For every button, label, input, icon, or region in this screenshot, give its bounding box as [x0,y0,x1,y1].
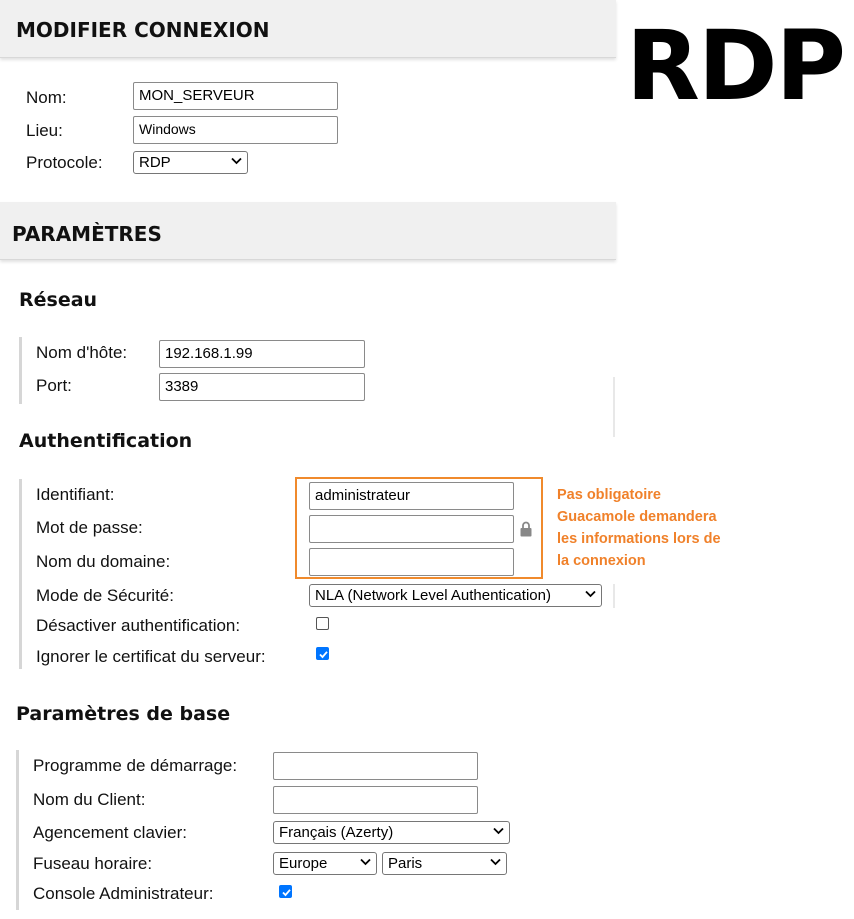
chevron-down-icon [585,590,596,598]
location-label: Lieu: [26,121,63,140]
keyboard-layout-select[interactable]: Français (Azerty) [273,821,510,844]
chevron-down-icon [360,858,371,866]
startup-program-label: Programme de démarrage: [33,756,238,775]
annotation-note: Pas obligatoire Guacamole demandera les … [557,484,721,572]
security-mode-label: Mode de Sécurité: [36,586,174,605]
name-input[interactable]: MON_SERVEUR [133,82,338,110]
ignore-cert-label: Ignorer le certificat du serveur: [36,647,266,666]
annotation-line: Guacamole demandera [557,509,717,525]
admin-console-label: Console Administrateur: [33,884,214,903]
client-name-input[interactable] [273,786,478,814]
basic-section-title: Paramètres de base [16,703,231,725]
host-label: Nom d'hôte: [36,343,128,362]
chevron-down-icon [490,858,501,866]
timezone-region-select[interactable]: Europe [273,852,377,875]
location-input[interactable]: Windows [133,116,338,144]
protocol-select[interactable]: RDP [133,151,248,174]
timezone-city-value: Paris [388,855,423,872]
parameters-header: PARAMÈTRES [0,202,616,260]
protocol-label: Protocole: [26,153,103,172]
protocol-value: RDP [139,154,171,171]
keyboard-layout-label: Agencement clavier: [33,823,188,842]
port-input[interactable]: 3389 [159,373,365,401]
timezone-city-select[interactable]: Paris [382,852,507,875]
user-label: Identifiant: [36,485,115,504]
section-divider [16,750,19,910]
timezone-region-value: Europe [279,855,328,872]
admin-console-checkbox[interactable] [279,885,292,898]
rdp-badge: RDP [626,10,846,122]
password-label: Mot de passe: [36,518,143,537]
startup-program-input[interactable] [273,752,478,780]
check-icon [319,651,328,659]
divider-line [613,377,615,437]
client-name-label: Nom du Client: [33,790,146,809]
auth-section-title: Authentification [19,430,193,452]
annotation-line: les informations lors de [557,531,721,547]
disable-auth-label: Désactiver authentification: [36,616,241,635]
chevron-down-icon [231,157,242,165]
annotation-box [295,477,543,579]
name-label: Nom: [26,88,67,107]
page-header: MODIFIER CONNEXION [0,0,616,58]
divider-line [613,584,615,608]
check-icon [282,889,291,897]
port-label: Port: [36,376,72,395]
annotation-line: la connexion [557,553,646,569]
chevron-down-icon [493,827,504,835]
page-title: MODIFIER CONNEXION [16,18,270,42]
parameters-title: PARAMÈTRES [12,222,162,246]
security-mode-select[interactable]: NLA (Network Level Authentication) [309,584,602,607]
section-divider [19,337,22,404]
disable-auth-checkbox[interactable] [316,617,329,630]
domain-label: Nom du domaine: [36,552,171,571]
keyboard-layout-value: Français (Azerty) [279,824,394,841]
section-divider [19,479,22,669]
security-mode-value: NLA (Network Level Authentication) [315,587,551,604]
annotation-line: Pas obligatoire [557,487,661,503]
host-input[interactable]: 192.168.1.99 [159,340,365,368]
ignore-cert-checkbox[interactable] [316,647,329,660]
network-section-title: Réseau [19,289,98,311]
timezone-label: Fuseau horaire: [33,854,153,873]
